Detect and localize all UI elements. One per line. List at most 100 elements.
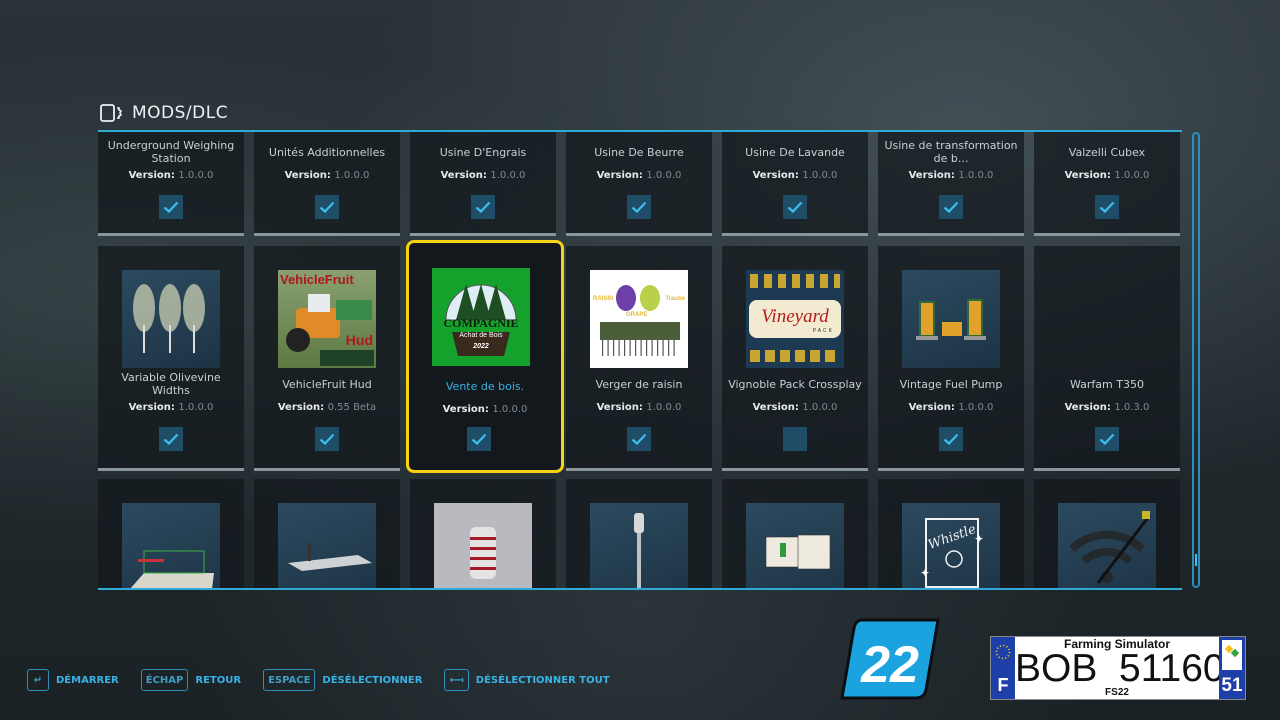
mod-tile[interactable]: [254, 479, 400, 588]
mod-tile[interactable]: Usine De Lavande Version: 1.0.0.0: [722, 132, 868, 236]
empty: [1058, 270, 1156, 368]
mod-tile[interactable]: Whistle ✦ ✦: [878, 479, 1024, 588]
mod-tile[interactable]: Unités Additionnelles Version: 1.0.0.0: [254, 132, 400, 236]
mod-version: Version: 1.0.0.0: [878, 170, 1024, 181]
compagnie-logo: COMPAGNIE Achat de Bois 2022: [432, 268, 530, 366]
version-label: Version:: [284, 170, 331, 181]
mod-name: Verger de raisin: [595, 377, 683, 391]
eu-stars-icon: [995, 644, 1011, 660]
scrollbar[interactable]: [1192, 132, 1200, 588]
checkmark-icon: [475, 201, 491, 213]
mod-tile[interactable]: [410, 479, 556, 588]
version-value: 1.0.0.0: [802, 402, 838, 413]
mod-tile[interactable]: Underground Weighing Station Version: 1.0…: [98, 132, 244, 236]
mod-name: Vintage Fuel Pump: [899, 377, 1003, 391]
tile-underline: [410, 233, 556, 236]
deselect-button[interactable]: ESPACE DÉSÉLECTIONNER: [263, 669, 422, 691]
deselect-label: DÉSÉLECTIONNER: [322, 674, 423, 686]
mods-grid[interactable]: Underground Weighing Station Version: 1.0…: [98, 130, 1182, 590]
mod-checkbox-checked[interactable]: [315, 195, 339, 219]
weighing-station-image: [122, 503, 220, 588]
start-label: DÉMARRER: [56, 674, 119, 686]
checkmark-icon: [787, 201, 803, 213]
back-button[interactable]: ÉCHAP RETOUR: [140, 669, 241, 691]
mod-tile[interactable]: [722, 479, 868, 588]
checkmark-icon: [471, 433, 487, 445]
mod-tile[interactable]: [1034, 479, 1180, 588]
mod-tile[interactable]: Usine D'Engrais Version: 1.0.0.0: [410, 132, 556, 236]
version-value: 1.0.0.0: [334, 170, 370, 181]
mods-icon: [100, 104, 123, 122]
version-label: Version:: [908, 170, 955, 181]
platform-image: [278, 503, 376, 588]
tile-underline: [722, 233, 868, 236]
version-label: Version:: [596, 402, 643, 413]
mod-tile[interactable]: COMPAGNIE Achat de Bois 2022 Vente de boi…: [406, 240, 564, 473]
mod-tile[interactable]: Valzelli Cubex Version: 1.0.0.0: [1034, 132, 1180, 236]
mod-checkbox-checked[interactable]: [627, 427, 651, 451]
mod-checkbox-checked[interactable]: [627, 195, 651, 219]
mod-tile[interactable]: VehicleFruit Hud VehicleFruit Hud Version…: [254, 246, 400, 471]
mod-checkbox-checked[interactable]: [939, 427, 963, 451]
mod-version: Version: 0.55 Beta: [254, 402, 400, 413]
plate-region-band: 51: [1219, 637, 1245, 699]
checkmark-icon: [319, 433, 335, 445]
checkmark-icon: [1099, 433, 1115, 445]
version-value: 1.0.0.0: [646, 170, 682, 181]
mod-checkbox-checked[interactable]: [1095, 427, 1119, 451]
mod-version: Version: 1.0.0.0: [98, 170, 244, 181]
checkmark-icon: [1099, 201, 1115, 213]
checkmark-icon: [163, 201, 179, 213]
deselect-all-button[interactable]: ⟻ DÉSÉLECTIONNER TOUT: [444, 669, 610, 691]
mod-name: Valzelli Cubex: [1068, 145, 1146, 159]
mod-checkbox-checked[interactable]: [783, 195, 807, 219]
mod-checkbox-unchecked[interactable]: [783, 427, 807, 451]
checkmark-icon: [943, 433, 959, 445]
tile-underline: [254, 468, 400, 471]
svg-text:✦: ✦: [920, 566, 930, 580]
mod-version: Version: 1.0.0.0: [722, 402, 868, 413]
page-header: MODS/DLC: [100, 101, 228, 125]
mod-checkbox-checked[interactable]: [159, 195, 183, 219]
mod-name: Variable Olivevine Widths: [121, 371, 221, 397]
checkmark-icon: [943, 201, 959, 213]
ibc-tank-image: [746, 503, 844, 588]
mod-checkbox-checked[interactable]: [159, 427, 183, 451]
version-value: 1.0.0.0: [802, 170, 838, 181]
vineyard-image: Vineyard PACK: [746, 270, 844, 368]
mod-name: Usine De Beurre: [594, 145, 684, 159]
mod-tile[interactable]: Warfam T350 Version: 1.0.3.0: [1034, 246, 1180, 471]
mod-checkbox-checked[interactable]: [1095, 195, 1119, 219]
mod-tile[interactable]: [566, 479, 712, 588]
mod-tile[interactable]: [98, 479, 244, 588]
scrollbar-thumb[interactable]: [1195, 554, 1197, 566]
mod-checkbox-checked[interactable]: [939, 195, 963, 219]
mod-tile[interactable]: Vintage Fuel Pump Version: 1.0.0.0: [878, 246, 1024, 471]
version-label: Version:: [908, 402, 955, 413]
mod-name: Unités Additionnelles: [268, 145, 386, 159]
mod-tile[interactable]: Variable Olivevine Widths Version: 1.0.0.…: [98, 246, 244, 471]
plate-country: F: [997, 675, 1009, 695]
mod-checkbox-checked[interactable]: [315, 427, 339, 451]
mod-name: Vente de bois.: [445, 379, 525, 393]
tile-underline: [254, 233, 400, 236]
tile-underline: [878, 468, 1024, 471]
mod-tile[interactable]: Usine De Beurre Version: 1.0.0.0: [566, 132, 712, 236]
grapes-image: RAISIN GRAPE Traube: [590, 270, 688, 368]
start-button[interactable]: ↵ DÉMARRER: [27, 669, 119, 691]
version-value: 1.0.0.0: [178, 170, 214, 181]
mod-tile[interactable]: Usine de transformation de b... Version: …: [878, 132, 1024, 236]
mod-tile[interactable]: RAISIN GRAPE Traube Verger de raisin Versi…: [566, 246, 712, 471]
mod-name: Usine De Lavande: [745, 145, 845, 159]
mod-version: Version: 1.0.0.0: [254, 170, 400, 181]
backspace-key-icon: ⟻: [444, 669, 469, 691]
mod-tile[interactable]: Vineyard PACK Vignoble Pack Crossplay Ver…: [722, 246, 868, 471]
version-value: 1.0.0.0: [178, 402, 214, 413]
plate-bottom-text: FS22: [1105, 687, 1129, 698]
mod-checkbox-checked[interactable]: [467, 427, 491, 451]
mod-checkbox-checked[interactable]: [471, 195, 495, 219]
license-plate: F Farming Simulator BOB 51160 FS22 51: [990, 636, 1246, 700]
version-label: Version:: [752, 402, 799, 413]
silo-image: [434, 503, 532, 588]
tile-underline: [566, 233, 712, 236]
